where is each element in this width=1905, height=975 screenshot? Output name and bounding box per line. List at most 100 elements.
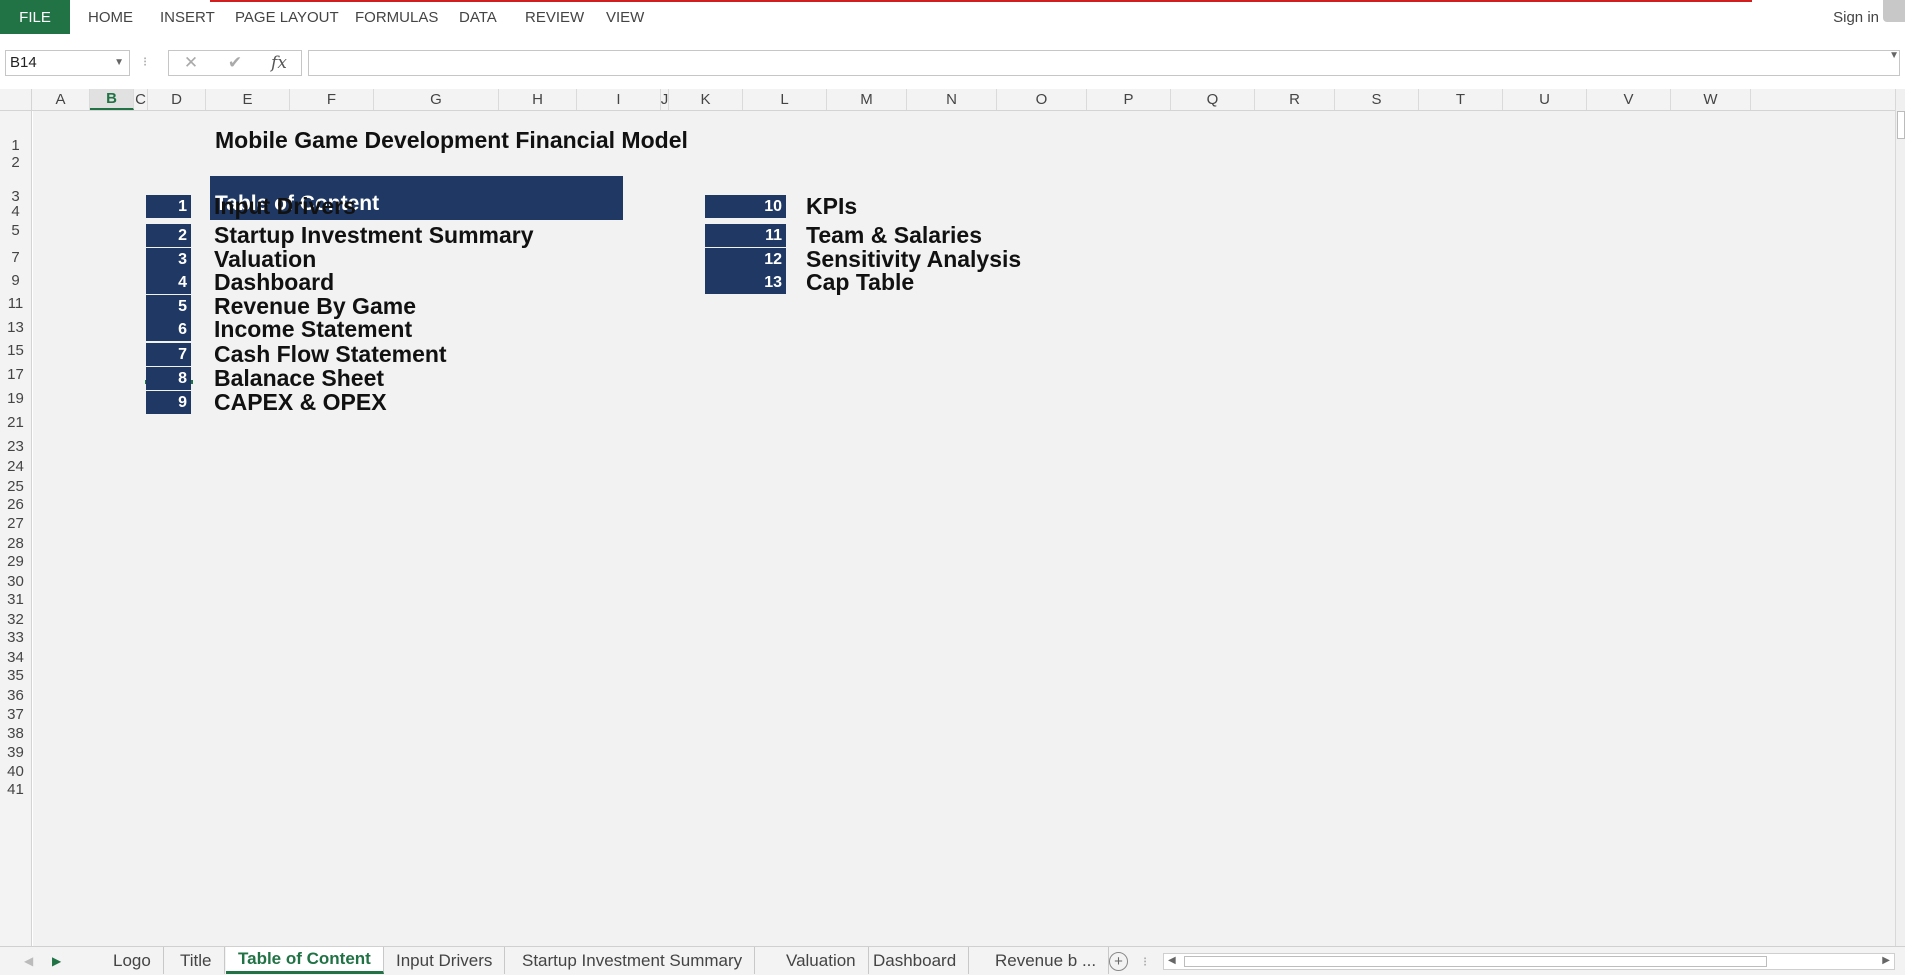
toc-number-badge[interactable]: 13 bbox=[705, 271, 786, 294]
row-header-41[interactable]: 41 bbox=[0, 781, 31, 799]
horizontal-scrollbar[interactable]: ◀ ▶ bbox=[1163, 953, 1895, 970]
column-header-n[interactable]: N bbox=[907, 89, 997, 110]
column-header-k[interactable]: K bbox=[669, 89, 743, 110]
column-header-m[interactable]: M bbox=[827, 89, 907, 110]
toc-link[interactable]: CAPEX & OPEX bbox=[214, 389, 387, 415]
toc-link[interactable]: Dashboard bbox=[214, 269, 334, 295]
sheet-tab[interactable]: Title bbox=[168, 947, 225, 974]
sheet-tab[interactable]: Startup Investment Summary bbox=[510, 947, 756, 974]
row-header-21[interactable]: 21 bbox=[0, 414, 31, 432]
chevron-down-icon[interactable]: ▼ bbox=[114, 51, 124, 75]
column-header-f[interactable]: F bbox=[290, 89, 374, 110]
toc-link[interactable]: Cap Table bbox=[806, 269, 914, 295]
column-header-r[interactable]: R bbox=[1255, 89, 1335, 110]
column-header-u[interactable]: U bbox=[1503, 89, 1587, 110]
toc-number-badge[interactable]: 12 bbox=[705, 248, 786, 271]
row-header-4[interactable]: 4 bbox=[0, 203, 31, 221]
column-header-t[interactable]: T bbox=[1419, 89, 1503, 110]
sheet-tab[interactable]: Logo bbox=[101, 947, 164, 974]
column-header-o[interactable]: O bbox=[997, 89, 1087, 110]
row-header-23[interactable]: 23 bbox=[0, 438, 31, 456]
vertical-scroll-thumb[interactable] bbox=[1897, 111, 1905, 139]
toc-number-badge[interactable]: 1 bbox=[146, 195, 191, 218]
tab-insert[interactable]: INSERT bbox=[160, 0, 215, 34]
toc-link[interactable]: Balanace Sheet bbox=[214, 365, 384, 391]
sheet-tab[interactable]: Revenue b ... bbox=[983, 947, 1110, 974]
vertical-scrollbar[interactable] bbox=[1895, 89, 1905, 946]
file-tab[interactable]: FILE bbox=[0, 0, 70, 34]
sign-in-link[interactable]: Sign in bbox=[1833, 0, 1879, 34]
toc-number-badge[interactable]: 3 bbox=[146, 248, 191, 271]
row-header-40[interactable]: 40 bbox=[0, 763, 31, 781]
row-header-34[interactable]: 34 bbox=[0, 649, 31, 667]
tab-review[interactable]: REVIEW bbox=[525, 0, 584, 34]
tab-data[interactable]: DATA bbox=[459, 0, 497, 34]
scroll-right-icon[interactable]: ▶ bbox=[1882, 955, 1890, 966]
sheet-tab[interactable]: Dashboard bbox=[861, 947, 970, 974]
row-header-29[interactable]: 29 bbox=[0, 553, 31, 571]
toc-link[interactable]: Startup Investment Summary bbox=[214, 222, 534, 248]
toc-number-badge[interactable]: 4 bbox=[146, 271, 191, 294]
toc-number-badge[interactable]: 5 bbox=[146, 295, 191, 318]
row-header-36[interactable]: 36 bbox=[0, 687, 31, 705]
toc-link[interactable]: Cash Flow Statement bbox=[214, 341, 447, 367]
row-header-38[interactable]: 38 bbox=[0, 725, 31, 743]
toc-number-badge[interactable]: 9 bbox=[146, 391, 191, 414]
row-header-27[interactable]: 27 bbox=[0, 515, 31, 533]
row-header-2[interactable]: 2 bbox=[0, 154, 31, 172]
row-header-33[interactable]: 33 bbox=[0, 629, 31, 647]
user-icon[interactable] bbox=[1883, 0, 1905, 22]
toc-link[interactable]: Team & Salaries bbox=[806, 222, 982, 248]
row-header-32[interactable]: 32 bbox=[0, 611, 31, 629]
sheet-tab[interactable]: Valuation bbox=[774, 947, 869, 974]
sheet-tab[interactable]: Input Drivers bbox=[384, 947, 506, 974]
enter-icon[interactable]: ✔ bbox=[215, 51, 255, 75]
cancel-icon[interactable]: ✕ bbox=[171, 51, 211, 75]
column-header-b[interactable]: B bbox=[90, 89, 134, 110]
column-header-s[interactable]: S bbox=[1335, 89, 1419, 110]
row-header-9[interactable]: 9 bbox=[0, 272, 31, 290]
name-box[interactable]: B14 ▼ bbox=[5, 50, 130, 76]
column-header-c[interactable]: C bbox=[134, 89, 148, 110]
toc-number-badge[interactable]: 8 bbox=[146, 367, 191, 390]
column-header-i[interactable]: I bbox=[577, 89, 661, 110]
tab-split-grip-icon[interactable]: ⁝ bbox=[1143, 954, 1147, 970]
toc-number-badge[interactable]: 11 bbox=[705, 224, 786, 247]
row-header-19[interactable]: 19 bbox=[0, 390, 31, 408]
row-header-1[interactable]: 1 bbox=[0, 137, 31, 155]
row-header-15[interactable]: 15 bbox=[0, 342, 31, 360]
worksheet-grid[interactable]: Mobile Game Development Financial Model … bbox=[33, 111, 1895, 946]
formula-bar-grip-icon[interactable]: ⁝ bbox=[143, 54, 147, 70]
column-header-l[interactable]: L bbox=[743, 89, 827, 110]
row-header-35[interactable]: 35 bbox=[0, 667, 31, 685]
formula-input[interactable] bbox=[308, 50, 1900, 76]
tab-home[interactable]: HOME bbox=[88, 0, 133, 34]
row-header-5[interactable]: 5 bbox=[0, 222, 31, 240]
toc-number-badge[interactable]: 6 bbox=[146, 318, 191, 341]
tab-formulas[interactable]: FORMULAS bbox=[355, 0, 438, 34]
column-header-h[interactable]: H bbox=[499, 89, 577, 110]
row-header-31[interactable]: 31 bbox=[0, 591, 31, 609]
row-header-37[interactable]: 37 bbox=[0, 706, 31, 724]
column-header-p[interactable]: P bbox=[1087, 89, 1171, 110]
column-header-a[interactable]: A bbox=[32, 89, 90, 110]
column-header-w[interactable]: W bbox=[1671, 89, 1751, 110]
row-header-11[interactable]: 11 bbox=[0, 295, 31, 313]
row-header-13[interactable]: 13 bbox=[0, 319, 31, 337]
toc-number-badge[interactable]: 7 bbox=[146, 343, 191, 366]
row-header-17[interactable]: 17 bbox=[0, 366, 31, 384]
row-header-7[interactable]: 7 bbox=[0, 249, 31, 267]
expand-formula-bar-icon[interactable]: ▼ bbox=[1889, 50, 1899, 61]
row-header-28[interactable]: 28 bbox=[0, 535, 31, 553]
row-header-30[interactable]: 30 bbox=[0, 573, 31, 591]
toc-link[interactable]: Input Drivers bbox=[214, 193, 356, 219]
add-sheet-icon[interactable]: + bbox=[1109, 952, 1128, 971]
scroll-tabs-left-icon[interactable]: ◀ bbox=[24, 954, 33, 968]
column-header-d[interactable]: D bbox=[148, 89, 206, 110]
column-header-v[interactable]: V bbox=[1587, 89, 1671, 110]
toc-number-badge[interactable]: 2 bbox=[146, 224, 191, 247]
row-header-39[interactable]: 39 bbox=[0, 744, 31, 762]
row-header-26[interactable]: 26 bbox=[0, 496, 31, 514]
scroll-tabs-right-icon[interactable]: ▶ bbox=[52, 954, 61, 968]
toc-number-badge[interactable]: 10 bbox=[705, 195, 786, 218]
